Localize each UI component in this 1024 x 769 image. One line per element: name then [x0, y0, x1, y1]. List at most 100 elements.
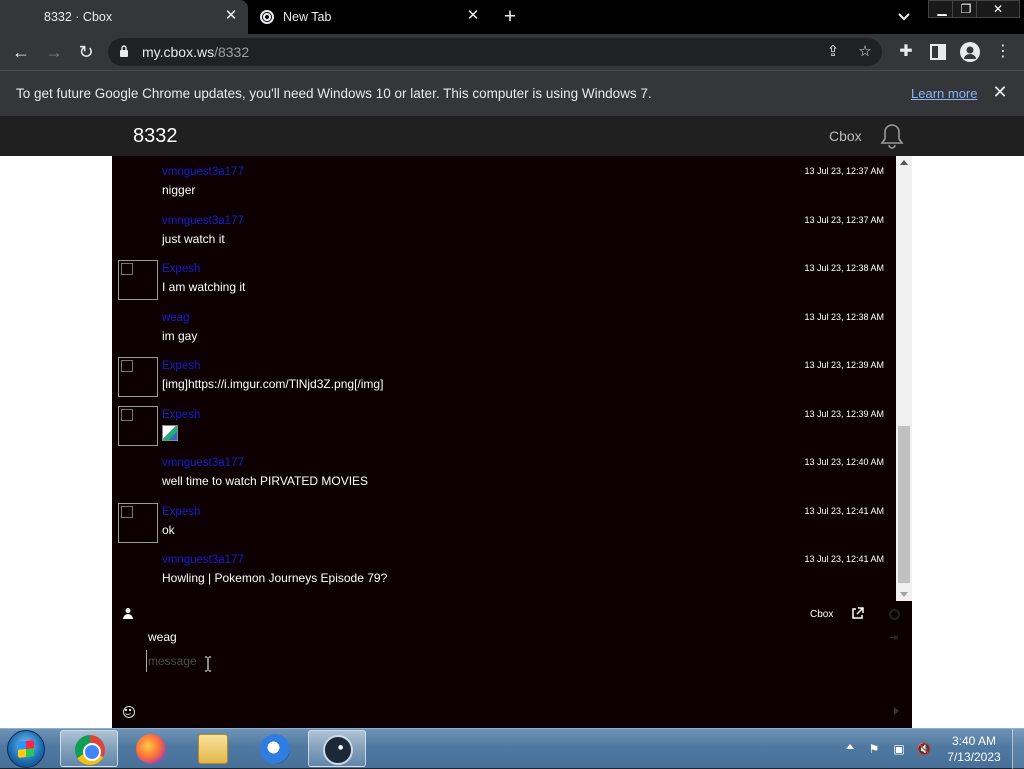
learn-more-link[interactable]: Learn more: [911, 86, 977, 101]
show-hidden-icons-icon[interactable]: [846, 744, 854, 749]
chat-box: vmnguest3a177 13 Jul 23, 12:37 AM nigger vm…: [112, 156, 912, 728]
scrollbar-thumb[interactable]: [898, 426, 910, 583]
browser-app-icon: [260, 734, 290, 764]
message-author[interactable]: vmnguest3a177: [162, 554, 244, 566]
bell-icon[interactable]: [879, 122, 905, 150]
side-panel-icon[interactable]: [928, 42, 948, 62]
message-author[interactable]: vmnguest3a177: [162, 457, 244, 469]
url-text: my.cbox.ws/8332: [142, 44, 250, 60]
lock-icon: [120, 45, 128, 57]
message-timestamp: 13 Jul 23, 12:40 AM: [804, 457, 884, 467]
tab-title: 8332 · Cbox: [44, 10, 113, 24]
avatar[interactable]: [118, 260, 158, 300]
chat-message: vmnguest3a177 13 Jul 23, 12:37 AM nigger: [112, 162, 896, 210]
chat-message: vmnguest3a177 13 Jul 23, 12:41 AM Howling …: [112, 550, 896, 596]
message-timestamp: 13 Jul 23, 12:39 AM: [804, 360, 884, 370]
update-infobar: To get future Google Chrome updates, you…: [0, 70, 1024, 116]
close-tab-icon[interactable]: ✕: [224, 8, 238, 23]
back-arrow-icon[interactable]: ←: [9, 40, 33, 64]
taskbar-browser[interactable]: [246, 730, 304, 767]
username-label[interactable]: weag: [148, 630, 177, 644]
message-author[interactable]: vmnguest3a177: [162, 166, 244, 178]
page-title: 8332: [133, 125, 178, 147]
volume-muted-icon[interactable]: 🔇: [916, 741, 932, 757]
scrollbar[interactable]: [896, 156, 912, 601]
scroll-down-arrow-icon[interactable]: [900, 592, 908, 597]
show-desktop-button[interactable]: [1012, 729, 1024, 769]
message-body: just watch it: [162, 231, 225, 246]
tab-cbox[interactable]: 8332 · Cbox ✕: [0, 0, 248, 34]
profile-avatar-icon[interactable]: [960, 42, 980, 62]
clock-date: 7/13/2023: [947, 750, 1001, 764]
menu-kebab-icon[interactable]: ⋮: [993, 42, 1013, 62]
cbox-footer-link[interactable]: Cbox: [810, 609, 833, 620]
message-author[interactable]: vmnguest3a177: [162, 215, 244, 227]
text-cursor-icon: [205, 656, 211, 672]
message-list: vmnguest3a177 13 Jul 23, 12:37 AM nigger vm…: [112, 156, 896, 596]
message-timestamp: 13 Jul 23, 12:38 AM: [804, 263, 884, 273]
taskbar-explorer[interactable]: [184, 730, 242, 767]
message-author[interactable]: weag: [162, 312, 190, 324]
steam-icon: [323, 735, 353, 765]
message-input[interactable]: [146, 650, 866, 672]
chat-message: weag 13 Jul 23, 12:38 AM im gay: [112, 308, 896, 356]
cbox-brand-link[interactable]: Cbox: [829, 128, 862, 144]
user-icon[interactable]: [122, 607, 134, 619]
taskbar-firefox[interactable]: [122, 730, 180, 767]
extensions-puzzle-icon[interactable]: ✚: [896, 42, 916, 62]
message-timestamp: 13 Jul 23, 12:39 AM: [804, 408, 884, 419]
browser-toolbar: ← → ↻ my.cbox.ws/8332 ⇪ ☆ ✚ ⋮: [0, 34, 1024, 70]
new-tab-icon[interactable]: +: [499, 6, 521, 28]
message-author[interactable]: Expesh: [162, 360, 200, 372]
close-tab-icon[interactable]: ✕: [466, 8, 480, 23]
network-icon[interactable]: ▣: [891, 741, 907, 757]
sign-in-icon[interactable]: ⇥: [889, 632, 901, 644]
start-button-icon[interactable]: [7, 730, 45, 768]
taskbar-steam[interactable]: [308, 730, 366, 767]
message-timestamp: 13 Jul 23, 12:38 AM: [804, 311, 884, 322]
action-center-flag-icon[interactable]: ⚑: [866, 741, 882, 757]
tab-strip: 8332 · Cbox ✕ New Tab ✕ + ▁ ❐ ✕: [0, 0, 1024, 34]
message-author[interactable]: Expesh: [162, 409, 200, 421]
page-content: 8332 Cbox vmnguest3a177 13 Jul 23, 12:37 …: [0, 116, 1024, 728]
clock-time: 3:40 AM: [951, 734, 997, 748]
share-icon[interactable]: ⇪: [824, 43, 842, 61]
taskbar-clock[interactable]: 3:40 AM 7/13/2023: [944, 733, 1004, 765]
avatar[interactable]: [118, 502, 158, 543]
avatar[interactable]: [118, 405, 158, 446]
chat-message: vmnguest3a177 13 Jul 23, 12:37 AM just wat…: [112, 211, 896, 259]
status-ring-icon[interactable]: [889, 609, 900, 620]
forward-arrow-icon[interactable]: →: [42, 40, 66, 64]
message-body: im gay: [162, 328, 198, 343]
popout-icon[interactable]: [851, 607, 864, 620]
chat-message: Expesh 13 Jul 23, 12:38 AM I am watching i…: [112, 259, 896, 307]
avatar[interactable]: [118, 357, 158, 397]
bookmark-star-icon[interactable]: ☆: [856, 43, 874, 61]
chat-message: Expesh 13 Jul 23, 12:39 AM [img]https://i.…: [112, 356, 896, 404]
tab-title: New Tab: [283, 10, 332, 24]
chrome-icon: [75, 735, 105, 765]
scroll-up-arrow-icon[interactable]: [900, 160, 908, 165]
message-timestamp: 13 Jul 23, 12:41 AM: [804, 554, 884, 564]
broken-image-icon[interactable]: [162, 424, 178, 441]
reload-icon[interactable]: ↻: [74, 40, 98, 64]
message-body: I am watching it: [162, 280, 246, 294]
message-timestamp: 13 Jul 23, 12:37 AM: [804, 214, 884, 225]
close-window-icon[interactable]: ✕: [976, 0, 1020, 18]
windows-taskbar: ⚑ ▣ 🔇 3:40 AM 7/13/2023: [0, 728, 1024, 769]
send-arrow-icon[interactable]: [894, 707, 899, 715]
chat-footer: Cbox weag ⇥: [112, 602, 912, 728]
tab-new-tab[interactable]: New Tab ✕: [250, 0, 490, 34]
message-author[interactable]: Expesh: [162, 263, 200, 275]
close-infobar-icon[interactable]: ✕: [991, 83, 1009, 101]
message-body: [img]https://i.imgur.com/TlNjd3Z.png[/im…: [162, 377, 384, 391]
tab-search-icon[interactable]: [895, 8, 913, 26]
message-timestamp: 13 Jul 23, 12:41 AM: [804, 505, 884, 516]
chat-message: vmnguest3a177 13 Jul 23, 12:40 AM well tim…: [112, 453, 896, 501]
message-author[interactable]: Expesh: [162, 506, 200, 518]
address-bar[interactable]: my.cbox.ws/8332 ⇪ ☆: [108, 38, 882, 66]
message-body: nigger: [162, 183, 196, 197]
chat-message: Expesh 13 Jul 23, 12:39 AM: [112, 405, 896, 453]
taskbar-chrome[interactable]: [60, 730, 118, 767]
emoji-icon[interactable]: [123, 706, 135, 718]
